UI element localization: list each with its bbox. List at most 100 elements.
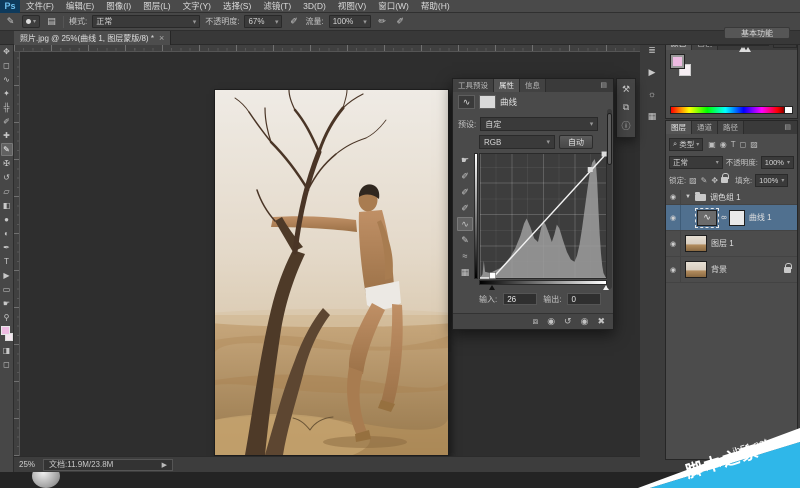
crop-tool[interactable]: ╬ bbox=[1, 101, 13, 114]
visibility-eye-icon[interactable]: ◉ bbox=[666, 231, 681, 256]
histogram-icon[interactable]: ▦ bbox=[457, 265, 473, 279]
curves-adjustment-thumbnail[interactable]: ∿ bbox=[697, 210, 717, 226]
document-tab[interactable]: 照片.jpg @ 25%(曲线 1, 图层蒙版/8) * × bbox=[14, 31, 171, 45]
targeted-adjustment-icon[interactable]: ☛ bbox=[457, 153, 473, 167]
lock-pixels-icon[interactable]: ✎ bbox=[701, 176, 708, 185]
delete-adjustment-icon[interactable]: ✖ bbox=[597, 316, 605, 327]
document-image[interactable] bbox=[215, 90, 448, 455]
visibility-eye-icon[interactable]: ◉ bbox=[666, 190, 681, 204]
menu-item[interactable]: 滤镜(T) bbox=[257, 0, 297, 13]
black-point-eyedropper-icon[interactable]: ✐ bbox=[457, 169, 473, 183]
toggle-visibility-icon[interactable]: ◉ bbox=[581, 316, 589, 327]
marquee-tool[interactable]: ◻ bbox=[1, 59, 13, 72]
shape-tool[interactable]: ▭ bbox=[1, 283, 13, 296]
layer-name[interactable]: 曲线 1 bbox=[749, 212, 772, 223]
document-sizes-box[interactable]: 文档:11.9M/23.8M ▶ bbox=[43, 459, 173, 471]
zoom-tool[interactable]: ⚲ bbox=[1, 311, 13, 324]
menu-item[interactable]: 文件(F) bbox=[20, 0, 60, 13]
hand-tool[interactable]: ☛ bbox=[1, 297, 13, 310]
pencil-icon[interactable]: ✎ bbox=[457, 233, 473, 247]
group-name[interactable]: 调色组 1 bbox=[710, 192, 741, 203]
tab-info[interactable]: 信息 bbox=[520, 79, 546, 92]
clip-to-layer-icon[interactable]: ⧈ bbox=[532, 316, 538, 327]
menu-item[interactable]: 图像(I) bbox=[100, 0, 137, 13]
tool-presets-panel-icon[interactable]: ⚒ bbox=[618, 81, 634, 97]
blur-tool[interactable]: ● bbox=[1, 213, 13, 226]
pen-tool[interactable]: ✒ bbox=[1, 241, 13, 254]
layer-mask-thumbnail[interactable] bbox=[729, 210, 745, 226]
clone-stamp-tool[interactable]: ✠ bbox=[1, 157, 13, 170]
pressure-opacity-icon[interactable]: ✐ bbox=[287, 16, 300, 27]
adjustments-panel-icon[interactable]: ☼ bbox=[644, 86, 660, 102]
lasso-tool[interactable]: ∿ bbox=[1, 73, 13, 86]
smooth-icon[interactable]: ≈ bbox=[457, 249, 473, 263]
foreground-color-swatch[interactable] bbox=[671, 55, 684, 68]
flow-select[interactable]: 100% bbox=[329, 15, 371, 28]
filter-adjustment-layers-icon[interactable]: ◉ bbox=[720, 140, 727, 149]
filter-smart-objects-icon[interactable]: ▨ bbox=[750, 140, 758, 149]
foreground-color-swatch[interactable] bbox=[1, 326, 10, 335]
tab-properties[interactable]: 属性 bbox=[494, 79, 520, 92]
brush-tool-icon[interactable]: ✎ bbox=[4, 16, 17, 27]
preset-select[interactable]: 自定 bbox=[480, 117, 598, 131]
color-spectrum-bar[interactable] bbox=[670, 106, 793, 114]
lock-all-icon[interactable] bbox=[721, 177, 728, 183]
layer-name[interactable]: 图层 1 bbox=[711, 238, 734, 249]
panel-scrollbar[interactable] bbox=[607, 109, 612, 289]
healing-brush-tool[interactable]: ✚ bbox=[1, 129, 13, 142]
menu-item[interactable]: 3D(D) bbox=[297, 0, 332, 13]
panel-menu-icon[interactable]: ▤ bbox=[780, 123, 795, 131]
brush-preset-picker[interactable]: ▾ bbox=[22, 15, 40, 28]
menu-item[interactable]: 文字(Y) bbox=[177, 0, 217, 13]
panel-menu-icon[interactable]: ▤ bbox=[596, 81, 611, 89]
tab-layers[interactable]: 图层 bbox=[666, 121, 692, 134]
curves-layer-row[interactable]: ◉ ∿ 8 曲线 1 bbox=[666, 205, 797, 231]
visibility-eye-icon[interactable]: ◉ bbox=[666, 257, 681, 282]
filter-shape-layers-icon[interactable]: ◻ bbox=[740, 140, 747, 149]
dodge-tool[interactable]: ◐ bbox=[1, 227, 13, 240]
actions-panel-icon[interactable]: ▶ bbox=[644, 64, 660, 80]
channel-select[interactable]: RGB bbox=[479, 135, 555, 149]
info-panel-icon[interactable]: ⓘ bbox=[618, 117, 634, 133]
view-previous-state-icon[interactable]: ◉ bbox=[547, 316, 555, 327]
tab-channels[interactable]: 通道 bbox=[692, 121, 718, 134]
menu-item[interactable]: 图层(L) bbox=[137, 0, 176, 13]
layer-name[interactable]: 背景 bbox=[711, 264, 727, 275]
history-brush-tool[interactable]: ↺ bbox=[1, 171, 13, 184]
screen-mode-icon[interactable]: ◻ bbox=[1, 358, 13, 371]
menu-item[interactable]: 编辑(E) bbox=[60, 0, 100, 13]
curves-grid[interactable] bbox=[479, 153, 607, 279]
clone-source-panel-icon[interactable]: ⧉ bbox=[618, 99, 634, 115]
path-selection-tool[interactable]: ▶ bbox=[1, 269, 13, 282]
pressure-size-icon[interactable]: ✐ bbox=[394, 16, 407, 27]
gradient-tool[interactable]: ◧ bbox=[1, 199, 13, 212]
type-tool[interactable]: T bbox=[1, 255, 13, 268]
move-tool[interactable]: ✥ bbox=[1, 45, 13, 58]
layer-thumbnail[interactable] bbox=[685, 235, 707, 252]
color-swatches[interactable] bbox=[0, 326, 14, 343]
eyedropper-tool[interactable]: ✐ bbox=[1, 115, 13, 128]
layer1-row[interactable]: ◉ 图层 1 bbox=[666, 231, 797, 257]
layer-opacity-select[interactable]: 100% bbox=[761, 156, 794, 169]
brush-tool[interactable]: ✎ bbox=[1, 143, 13, 156]
white-point-eyedropper-icon[interactable]: ✐ bbox=[457, 201, 473, 215]
menu-item[interactable]: 窗口(W) bbox=[372, 0, 415, 13]
quick-selection-tool[interactable]: ✦ bbox=[1, 87, 13, 100]
menu-item[interactable]: 视图(V) bbox=[332, 0, 372, 13]
menu-item[interactable]: 帮助(H) bbox=[415, 0, 456, 13]
tab-tool-presets[interactable]: 工具预设 bbox=[453, 79, 494, 92]
visibility-eye-icon[interactable]: ◉ bbox=[666, 205, 681, 230]
workspace-switcher-button[interactable]: 基本功能 bbox=[724, 27, 790, 39]
zoom-level-field[interactable]: 25% bbox=[19, 460, 35, 469]
slider-thumb[interactable] bbox=[745, 47, 751, 52]
background-layer-row[interactable]: ◉ 背景 bbox=[666, 257, 797, 283]
scrollbar-thumb[interactable] bbox=[607, 113, 612, 165]
input-value-field[interactable]: 26 bbox=[503, 293, 537, 305]
auto-button[interactable]: 自动 bbox=[559, 135, 593, 149]
layer-thumbnail[interactable] bbox=[685, 261, 707, 278]
output-value-field[interactable]: 0 bbox=[567, 293, 601, 305]
group-expand-icon[interactable]: ▼ bbox=[685, 194, 691, 200]
lock-position-icon[interactable]: ✥ bbox=[711, 176, 718, 185]
blend-mode-select[interactable]: 正常 bbox=[92, 15, 200, 28]
black-point-slider[interactable] bbox=[489, 285, 495, 290]
